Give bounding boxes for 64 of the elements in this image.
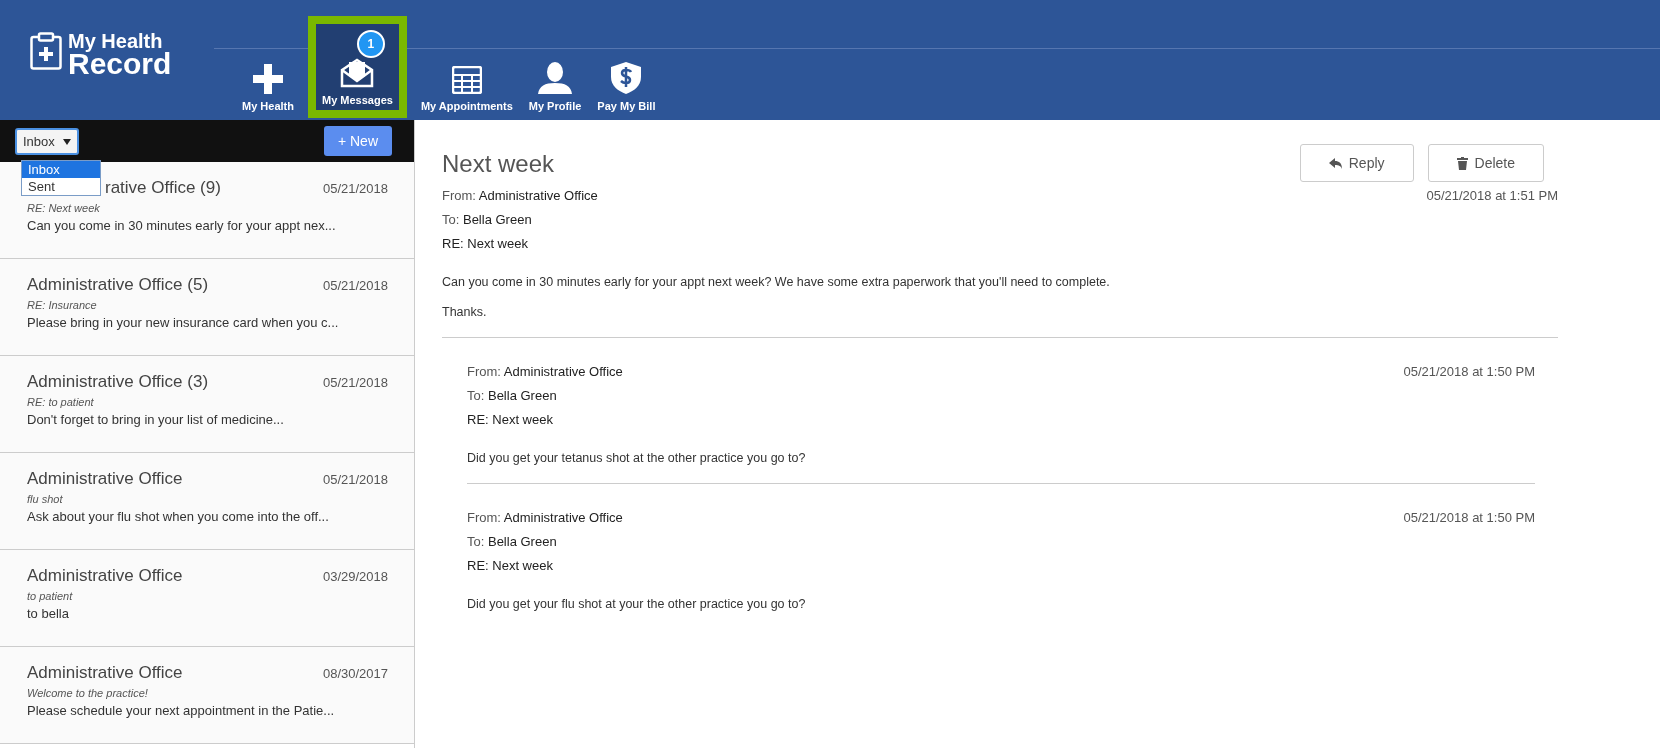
message-preview: Can you come in 30 minutes early for your appt nex... xyxy=(27,218,337,233)
message-list-item[interactable]: Administrative Office (3) 05/21/2018 RE: to patient Don't forget to bring in your list of medicine... xyxy=(0,356,414,453)
sender-name: rative Office (9) xyxy=(105,178,221,198)
message-date: 08/30/2017 xyxy=(322,666,388,681)
message-list-item[interactable]: Administrative Office 05/21/2018 flu shot Ask about your flu shot when you come into the off... xyxy=(0,453,414,550)
message-body: Thanks. xyxy=(442,305,488,319)
sent-time: 05/21/2018 at 1:50 PM xyxy=(1403,364,1535,381)
person-icon xyxy=(538,62,573,94)
trash-icon xyxy=(1456,156,1468,170)
delete-button[interactable]: Delete xyxy=(1427,144,1544,182)
message-subject: flu shot xyxy=(27,493,64,505)
reply-button[interactable]: Reply xyxy=(1299,144,1414,182)
message-list-item[interactable]: Administrative Office 03/29/2018 to patient to bella xyxy=(0,550,414,647)
nav-tab[interactable]: My Appointments xyxy=(414,58,519,116)
sender-name: Administrative Office (5) xyxy=(27,275,209,295)
plus-icon xyxy=(253,64,283,94)
from-line: From: Administrative Office xyxy=(467,510,623,525)
envelope-icon xyxy=(340,58,375,88)
to-line: To: Bella Green xyxy=(467,534,558,549)
message-date: 05/21/2018 xyxy=(322,375,388,390)
sender-name: Administrative Office xyxy=(27,663,183,683)
dollar-shield-icon xyxy=(611,62,642,94)
message-subject: to patient xyxy=(27,590,74,602)
sender-name: Administrative Office xyxy=(27,469,183,489)
message-preview: Please schedule your next appointment in the Patie... xyxy=(27,703,336,718)
message-body: Can you come in 30 minutes early for your appt next week? We have some extra paperwork that you'll need to complete. xyxy=(442,275,1111,289)
message-subject: RE: to patient xyxy=(27,396,95,408)
nav-tab[interactable]: My Profile xyxy=(522,54,588,116)
message-date: 03/29/2018 xyxy=(322,569,388,584)
from-line: From: Administrative Office xyxy=(442,188,598,203)
message-list-item[interactable]: Administrative Office (5) 05/21/2018 RE: Insurance Please bring in your new insurance card when you c... xyxy=(0,259,414,356)
message-preview: Don't forget to bring in your list of medicine... xyxy=(27,412,285,427)
message-preview: to bella xyxy=(27,606,70,621)
sender-name: Administrative Office (3) xyxy=(27,372,209,392)
from-line: From: Administrative Office xyxy=(467,364,623,379)
message-subject: RE: Insurance xyxy=(27,299,98,311)
subject-line: RE: Next week xyxy=(467,412,554,427)
nav-tab[interactable]: My Health xyxy=(236,56,300,116)
message-preview: Please bring in your new insurance card when you c... xyxy=(27,315,340,330)
message-subject: RE: Next week xyxy=(27,202,101,214)
to-line: To: Bella Green xyxy=(467,388,558,403)
message-body: Did you get your flu shot at your the other practice you go to? xyxy=(467,597,807,611)
message-preview: Ask about your flu shot when you come into the off... xyxy=(27,509,330,524)
message-date: 05/21/2018 xyxy=(322,181,388,196)
sent-time: 05/21/2018 at 1:51 PM xyxy=(1426,188,1558,205)
subject-line: RE: Next week xyxy=(467,558,554,573)
folder-option[interactable]: Inbox xyxy=(22,161,100,178)
folder-select[interactable]: Inbox xyxy=(16,128,78,154)
message-date: 05/21/2018 xyxy=(322,278,388,293)
message-title: Next week xyxy=(442,150,555,178)
nav-tab[interactable]: Pay My Bill xyxy=(591,54,662,116)
subject-line: RE: Next week xyxy=(442,236,529,251)
to-line: To: Bella Green xyxy=(442,212,533,227)
reply-icon xyxy=(1328,157,1342,169)
clipboard-icon xyxy=(30,32,62,70)
message-subject: Welcome to the practice! xyxy=(27,687,149,699)
sender-name: Administrative Office xyxy=(27,566,183,586)
message-body: Did you get your tetanus shot at the other practice you go to? xyxy=(467,451,807,465)
message-date: 05/21/2018 xyxy=(322,472,388,487)
unread-count-badge: 1 xyxy=(356,30,385,58)
message-list-item[interactable]: Administrative Office 08/30/2017 Welcome to the practice! Please schedule your next appointment in the Patie... xyxy=(0,647,414,744)
sent-time: 05/21/2018 at 1:50 PM xyxy=(1403,510,1535,527)
calendar-icon xyxy=(451,66,482,94)
logo-text: My Health xyxy=(68,32,164,50)
